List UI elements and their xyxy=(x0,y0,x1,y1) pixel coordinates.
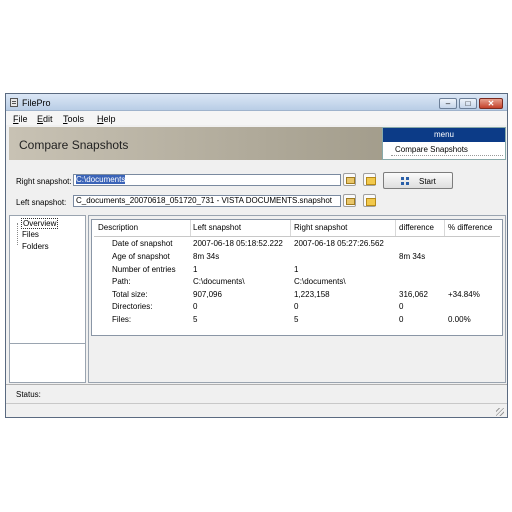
nav-item-overview[interactable]: Overview xyxy=(21,218,59,229)
menu-tools[interactable]: Tools xyxy=(63,114,84,124)
close-button[interactable]: ✕ xyxy=(479,98,503,109)
start-button[interactable]: Start xyxy=(383,172,453,189)
app-window: FilePro – □ ✕ File Edit Tools Help Compa… xyxy=(5,93,508,418)
tree-connector xyxy=(17,223,19,245)
cell-left: C:\documents\ xyxy=(193,277,245,286)
left-snapshot-input[interactable]: C_documents_20070618_051720_731 - VISTA … xyxy=(73,195,341,207)
cell-difference: 0 xyxy=(399,315,404,324)
refresh-icon[interactable] xyxy=(343,173,356,186)
column-divider xyxy=(190,220,191,236)
cell-percent: +34.84% xyxy=(448,290,480,299)
side-menu-header: menu xyxy=(383,128,505,142)
status-bar: Status: xyxy=(6,384,507,404)
cell-left: 907,096 xyxy=(193,290,222,299)
menu-file[interactable]: File xyxy=(13,114,28,124)
cell-left: 1 xyxy=(193,265,198,274)
folder-icon[interactable] xyxy=(363,194,376,207)
cell-percent: 0.00% xyxy=(448,315,471,324)
status-label: Status: xyxy=(16,390,41,399)
main-panel: Description Left snapshot Right snapshot… xyxy=(88,215,506,383)
cell-description: Age of snapshot xyxy=(112,252,170,261)
cell-right: 2007-06-18 05:27:26.562 xyxy=(294,239,384,248)
bottom-strip xyxy=(6,403,507,418)
cell-right: 0 xyxy=(294,302,299,311)
left-snapshot-label: Left snapshot: xyxy=(16,198,67,207)
column-divider xyxy=(395,220,396,236)
comparison-table: Description Left snapshot Right snapshot… xyxy=(91,219,503,336)
cell-right: C:\documents\ xyxy=(294,277,346,286)
cell-description: Directories: xyxy=(112,302,153,311)
page-title: Compare Snapshots xyxy=(19,138,129,152)
cell-description: Date of snapshot xyxy=(112,239,173,248)
title-bar[interactable]: FilePro – □ ✕ xyxy=(6,94,507,111)
cell-difference: 8m 34s xyxy=(399,252,426,261)
nav-panel: Overview Files Folders xyxy=(9,215,86,383)
column-header-left[interactable]: Left snapshot xyxy=(193,223,241,232)
right-snapshot-label: Right snapshot: xyxy=(16,177,72,186)
cell-left: 5 xyxy=(193,315,198,324)
start-label: Start xyxy=(419,177,436,186)
menu-help[interactable]: Help xyxy=(97,114,116,124)
panel-divider xyxy=(10,343,85,344)
nav-item-folders[interactable]: Folders xyxy=(22,242,49,251)
cell-description: Number of entries xyxy=(112,265,176,274)
menu-bar: File Edit Tools Help xyxy=(6,111,507,125)
cell-right: 5 xyxy=(294,315,299,324)
menu-edit[interactable]: Edit xyxy=(37,114,53,124)
column-header-difference[interactable]: difference xyxy=(399,223,434,232)
cell-left: 8m 34s xyxy=(193,252,220,261)
column-header-description[interactable]: Description xyxy=(98,223,138,232)
cell-description: Total size: xyxy=(112,290,148,299)
header-separator xyxy=(94,236,500,237)
column-header-percent[interactable]: % difference xyxy=(448,223,492,232)
column-divider xyxy=(444,220,445,236)
page-banner: Compare Snapshots xyxy=(9,127,384,160)
right-snapshot-input[interactable]: C:\documents xyxy=(73,174,341,186)
minimize-button[interactable]: – xyxy=(439,98,457,109)
start-icon xyxy=(401,177,410,185)
cell-left: 2007-06-18 05:18:52.222 xyxy=(193,239,283,248)
nav-item-files[interactable]: Files xyxy=(22,230,39,239)
cell-difference: 0 xyxy=(399,302,404,311)
cell-description: Path: xyxy=(112,277,131,286)
resize-grip-icon[interactable] xyxy=(496,408,504,416)
maximize-button[interactable]: □ xyxy=(459,98,477,109)
cell-description: Files: xyxy=(112,315,132,324)
cell-difference: 316,062 xyxy=(399,290,428,299)
folder-icon[interactable] xyxy=(363,173,376,186)
app-icon xyxy=(10,98,18,107)
cell-left: 0 xyxy=(193,302,198,311)
cell-right: 1,223,158 xyxy=(294,290,330,299)
side-menu-panel: menu Compare Snapshots xyxy=(382,127,506,160)
column-divider xyxy=(290,220,291,236)
column-header-right[interactable]: Right snapshot xyxy=(294,223,347,232)
cell-right: 1 xyxy=(294,265,299,274)
refresh-icon[interactable] xyxy=(343,194,356,207)
window-title: FilePro xyxy=(22,98,51,108)
menu-item-compare-snapshots[interactable]: Compare Snapshots xyxy=(391,145,503,156)
